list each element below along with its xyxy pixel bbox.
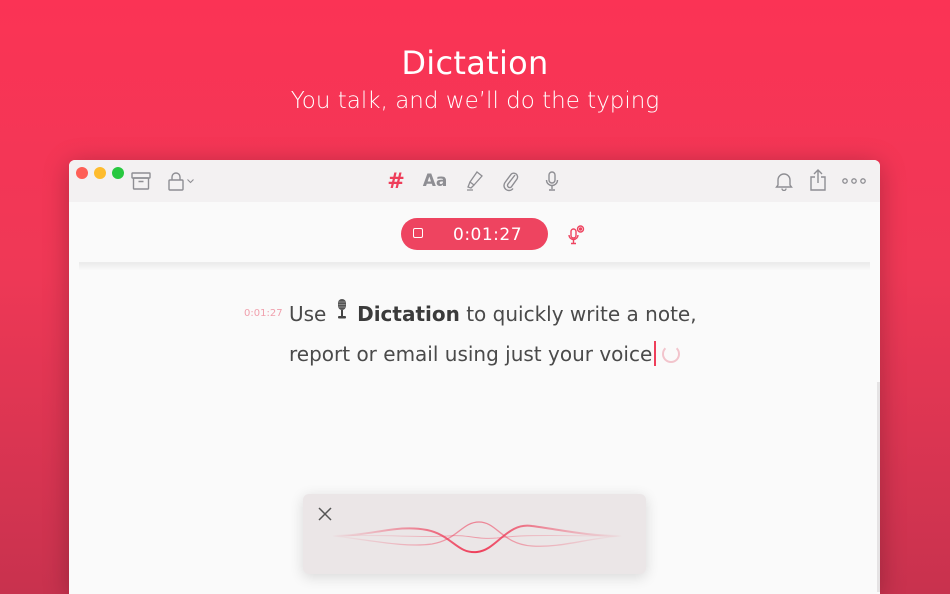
maximize-window-button[interactable] [112, 167, 124, 179]
recording-timer: 0:01:27 [453, 225, 523, 245]
recording-bar: 0:01:27 [401, 218, 548, 250]
highlighter-icon[interactable] [465, 169, 485, 193]
lock-icon[interactable] [167, 170, 185, 192]
note-text-word: Use [289, 302, 327, 326]
minimize-window-button[interactable] [94, 167, 106, 179]
microphone-icon[interactable] [543, 169, 561, 193]
more-icon[interactable] [841, 173, 867, 189]
stop-icon[interactable] [413, 228, 423, 238]
studio-microphone-icon [335, 295, 349, 332]
line-timestamp: 0:01:27 [244, 308, 283, 319]
text-format-icon[interactable]: Aa [423, 169, 448, 193]
hero-title: Dictation [401, 44, 549, 82]
hero-subtitle: You talk, and we’ll do the typing [290, 88, 660, 114]
microphone-settings-icon[interactable] [566, 224, 586, 248]
scrollbar[interactable] [877, 382, 880, 592]
divider [79, 262, 870, 271]
paperclip-icon[interactable] [501, 169, 521, 193]
close-window-button[interactable] [76, 167, 88, 179]
waveform-icon [331, 521, 623, 554]
chevron-down-icon[interactable] [185, 176, 195, 186]
hashtag-icon[interactable]: # [385, 169, 407, 193]
note-text[interactable]: Use Dictation to quickly write a note, r… [289, 295, 729, 373]
note-text-line-2: report or email using just your voice [289, 342, 653, 366]
text-caret [654, 341, 657, 366]
share-icon[interactable] [807, 168, 829, 192]
loading-spinner-icon [662, 344, 681, 363]
toolbar: # Aa [69, 160, 880, 202]
archive-icon[interactable] [130, 170, 152, 192]
note-text-bold: Dictation [357, 302, 460, 326]
note-text-rest: to quickly write a note, [466, 302, 697, 326]
bell-icon[interactable] [773, 170, 795, 192]
dictation-panel [303, 494, 646, 574]
